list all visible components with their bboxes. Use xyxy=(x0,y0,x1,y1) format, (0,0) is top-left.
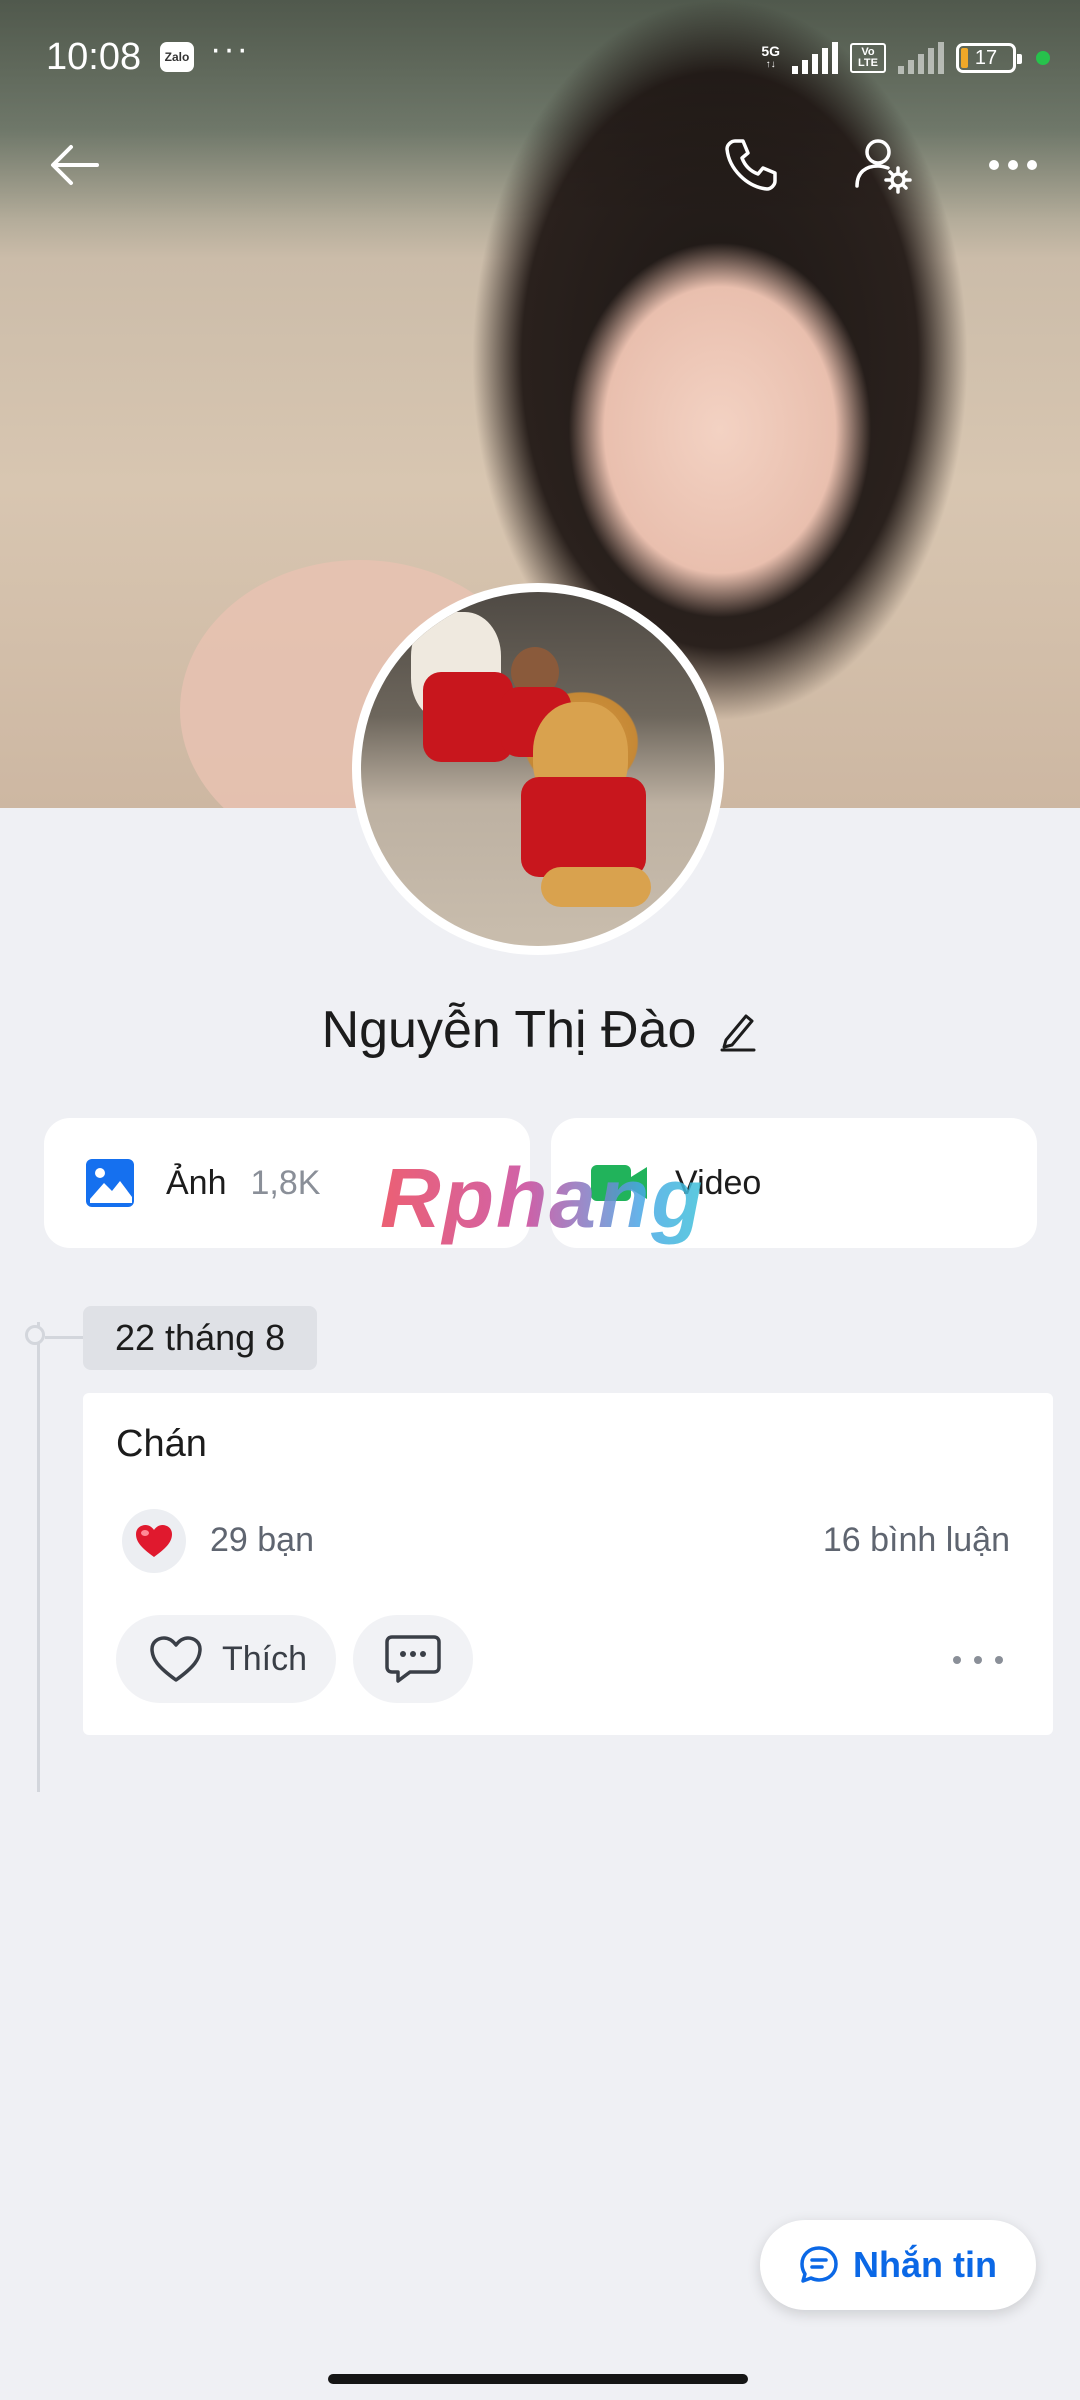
send-message-label: Nhắn tin xyxy=(853,2244,997,2285)
profile-name: Nguyễn Thị Đào xyxy=(321,1001,697,1059)
profile-name-row: Nguyễn Thị Đào xyxy=(0,1000,1080,1060)
photos-label: Ảnh xyxy=(166,1163,227,1202)
user-settings-icon xyxy=(855,139,912,194)
network-type: 5G ↑↓ xyxy=(761,43,780,70)
more-icon xyxy=(989,160,1037,170)
timeline-connector xyxy=(45,1336,83,1339)
chat-bubble-icon xyxy=(800,2246,838,2283)
more-options-button[interactable] xyxy=(978,130,1048,200)
heart-outline-icon xyxy=(150,1636,202,1682)
post-more-button[interactable] xyxy=(953,1645,1003,1675)
watermark-text: Rphang xyxy=(380,1151,705,1245)
more-notifications-icon: ··· xyxy=(210,30,250,68)
avatar-jersey-1 xyxy=(423,672,513,762)
like-button[interactable]: Thích xyxy=(116,1615,336,1703)
avatar-jersey-3 xyxy=(521,777,646,877)
back-button[interactable] xyxy=(40,130,110,200)
signal-strength-2-icon xyxy=(898,42,944,74)
privacy-indicator-icon xyxy=(1036,51,1050,65)
battery-icon: 17 xyxy=(956,43,1022,73)
comment-count[interactable]: 16 bình luận xyxy=(823,1521,1010,1560)
timeline-date: 22 tháng 8 xyxy=(83,1306,318,1370)
signal-strength-icon xyxy=(792,42,838,74)
home-indicator[interactable] xyxy=(328,2374,748,2384)
photo-icon xyxy=(86,1159,134,1207)
volte-icon: Vo LTE xyxy=(850,43,886,73)
more-dot-icon xyxy=(953,1656,961,1664)
avatar-photo xyxy=(361,592,715,946)
timeline-line xyxy=(37,1322,40,1792)
reaction-count[interactable]: 29 bạn xyxy=(210,1521,314,1560)
call-button[interactable] xyxy=(716,130,786,200)
heart-reaction-icon xyxy=(136,1525,172,1557)
send-message-button[interactable]: Nhắn tin xyxy=(760,2220,1036,2310)
back-arrow-icon xyxy=(51,145,99,185)
comment-icon xyxy=(385,1635,441,1683)
edit-pencil-icon[interactable] xyxy=(718,1008,758,1052)
more-dot-icon xyxy=(995,1656,1003,1664)
zalo-notification-icon: Zalo xyxy=(160,42,194,72)
status-right: 5G ↑↓ Vo LTE 17 xyxy=(761,38,1050,78)
post-text: Chán xyxy=(116,1423,207,1465)
status-time: 10:08 xyxy=(46,36,142,78)
post-card[interactable]: Chán 29 bạn 16 bình luận Thích xyxy=(83,1393,1053,1735)
like-label: Thích xyxy=(222,1639,308,1678)
avatar[interactable] xyxy=(352,583,724,955)
status-bar: 10:08 Zalo ··· 5G ↑↓ Vo LTE 17 xyxy=(0,28,1080,84)
timeline-dot xyxy=(25,1325,45,1345)
avatar-dog-paws xyxy=(541,867,651,907)
comment-button[interactable] xyxy=(353,1615,473,1703)
photos-count: 1,8K xyxy=(250,1163,321,1202)
profile-settings-button[interactable] xyxy=(848,130,918,200)
more-dot-icon xyxy=(974,1656,982,1664)
phone-icon xyxy=(725,139,777,191)
reaction-summary[interactable] xyxy=(122,1509,186,1573)
